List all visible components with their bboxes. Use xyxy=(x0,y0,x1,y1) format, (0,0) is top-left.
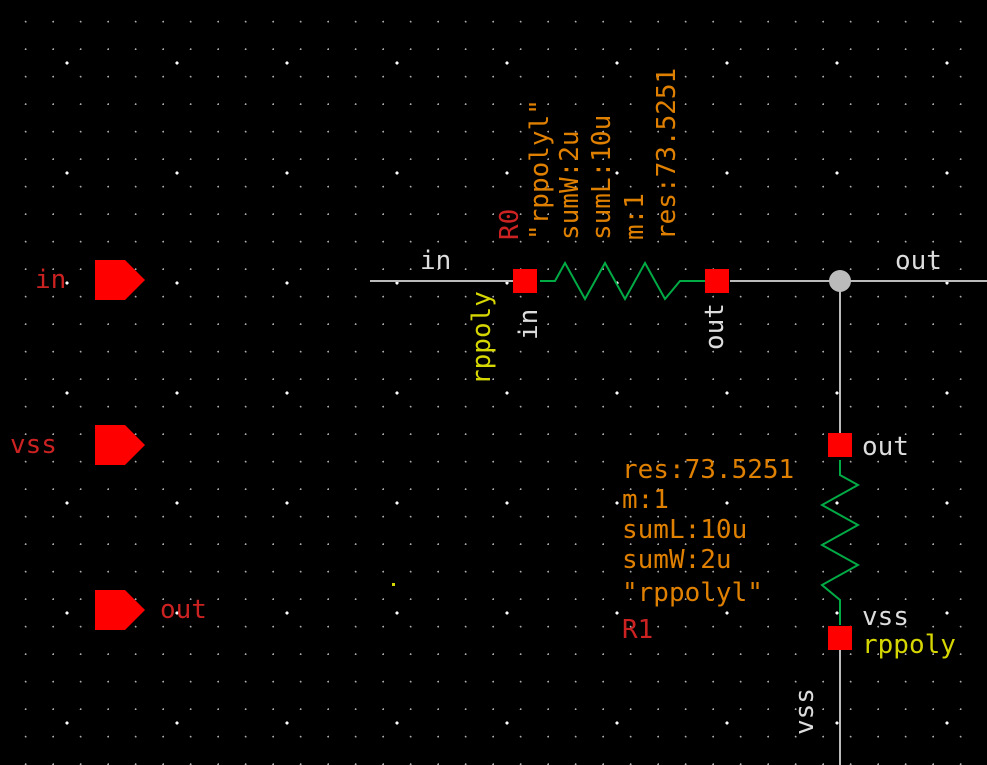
r1-pin-vss-label: vss xyxy=(862,602,909,632)
r0-sumW: sumW:2u xyxy=(555,0,585,240)
r1-cell-label: rppoly xyxy=(862,630,956,660)
r1-m: m:1 xyxy=(622,485,669,515)
r0-sumL: sumL:10u xyxy=(587,0,617,240)
port-vss-shape xyxy=(95,425,125,465)
r0-res: res:73.5251 xyxy=(652,0,682,240)
r0-pin-left xyxy=(513,269,537,293)
wire-r1-vss xyxy=(839,650,841,765)
r1-pin-top xyxy=(828,433,852,457)
r0-pin-out-label: out xyxy=(700,300,730,350)
port-in-label: in xyxy=(35,265,66,295)
r1-pin-out-label: out xyxy=(862,432,909,462)
r0-m: m:1 xyxy=(620,0,650,240)
r0-model: "rppolyl" xyxy=(525,0,555,240)
net-label-vss-v: vss xyxy=(790,675,820,735)
wire-in xyxy=(370,280,525,282)
r0-pin-right xyxy=(705,269,729,293)
r1-pin-bottom xyxy=(828,626,852,650)
resistor-r1[interactable] xyxy=(820,460,860,625)
r1-sumL: sumL:10u xyxy=(622,515,747,545)
r1-name: R1 xyxy=(622,615,653,645)
r0-name: R0 xyxy=(495,0,525,240)
r1-res: res:73.5251 xyxy=(622,455,794,485)
resistor-r0[interactable] xyxy=(540,261,705,301)
marker-dot xyxy=(392,583,395,586)
r1-model: "rppolyl" xyxy=(622,578,763,608)
port-out-shape xyxy=(95,590,125,630)
r1-sumW: sumW:2u xyxy=(622,545,732,575)
net-label-in: in xyxy=(420,246,451,276)
wire-down-to-r1 xyxy=(839,281,841,445)
r0-cell-label: rppoly xyxy=(467,300,497,385)
port-out-label: out xyxy=(160,595,207,625)
net-label-out: out xyxy=(895,246,942,276)
r0-pin-in-label: in xyxy=(514,300,544,340)
port-in-shape xyxy=(95,260,125,300)
port-vss-label: vss xyxy=(10,430,57,460)
wire-r0-out xyxy=(730,280,840,282)
wire-out-right xyxy=(840,280,987,282)
